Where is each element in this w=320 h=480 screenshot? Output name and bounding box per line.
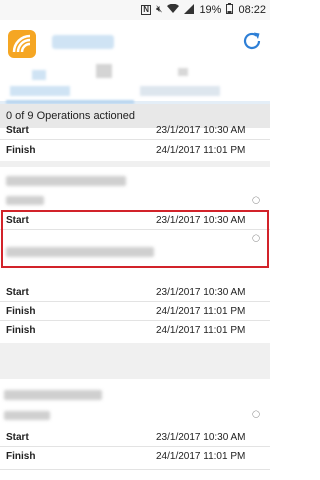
status-time: 08:22	[238, 4, 266, 16]
operation-subtitle-redacted	[6, 196, 44, 205]
finish-date: 24/1/2017 11:01 PM	[156, 145, 246, 156]
finish-date: 24/1/2017 11:01 PM	[156, 451, 246, 462]
app-title-redacted	[52, 35, 114, 49]
row-divider	[0, 320, 270, 321]
operation-subtitle-redacted	[4, 411, 50, 420]
nfc-icon: N	[141, 5, 152, 15]
tab-1[interactable]	[32, 70, 46, 80]
refresh-icon[interactable]	[240, 29, 264, 53]
finish-date: 24/1/2017 11:01 PM	[156, 306, 246, 317]
card-separator	[0, 161, 270, 167]
start-label: Start	[6, 125, 29, 136]
finish-label: Finish	[6, 451, 36, 462]
tab-label-1	[10, 86, 70, 96]
summary-text: 0 of 9 Operations actioned	[6, 110, 136, 122]
highlight-box	[1, 210, 269, 268]
tab-label-2	[140, 86, 220, 96]
pin-icon[interactable]: ◯	[252, 410, 260, 418]
start-label: Start	[6, 432, 29, 443]
row-divider	[0, 446, 270, 447]
status-bar: N 🔇︎ 19% 08:22	[0, 0, 270, 20]
start-date: 23/1/2017 10:30 AM	[156, 287, 246, 298]
row-divider	[0, 139, 270, 140]
row-divider	[0, 301, 270, 302]
tab-3[interactable]	[178, 68, 188, 76]
tab-bar	[0, 64, 270, 104]
start-date: 23/1/2017 10:30 AM	[156, 432, 246, 443]
start-label: Start	[6, 287, 29, 298]
operation-title-redacted	[6, 176, 126, 186]
battery-percent: 19%	[199, 4, 222, 16]
tab-2[interactable]	[96, 64, 112, 78]
battery-icon	[226, 3, 234, 17]
pin-icon[interactable]: ◯	[252, 196, 260, 204]
finish-label: Finish	[6, 145, 36, 156]
start-date: 23/1/2017 10:30 AM	[156, 125, 246, 136]
card-separator	[0, 343, 270, 379]
signal-icon	[184, 3, 195, 17]
app-bar	[0, 20, 270, 70]
finish-label: Finish	[6, 306, 36, 317]
mute-icon: 🔇︎	[156, 4, 163, 15]
row-divider	[0, 469, 270, 470]
app-logo	[8, 30, 36, 58]
finish-label: Finish	[6, 325, 36, 336]
finish-date: 24/1/2017 11:01 PM	[156, 325, 246, 336]
wifi-icon	[167, 3, 180, 17]
operation-title-redacted	[4, 390, 102, 400]
